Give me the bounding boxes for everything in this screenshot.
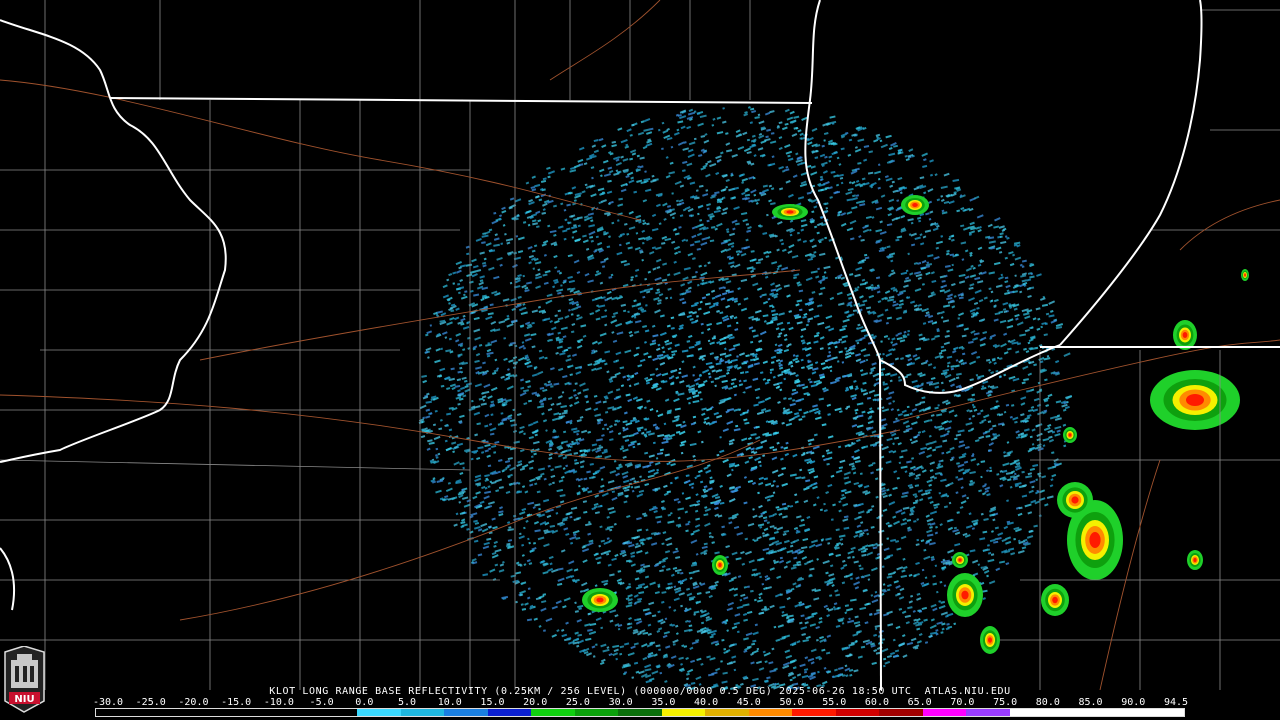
storm-cell <box>1186 394 1204 406</box>
storm-cell <box>1089 532 1101 548</box>
colorscale-swatch <box>357 709 401 716</box>
colorscale-labels: -30.0 -25.0 -20.0 -15.0 -10.0 -5.0 0.0 5.0 10.0 1… <box>0 697 1280 708</box>
colorscale-label: -5.0 <box>309 697 334 708</box>
colorscale-label: 55.0 <box>822 697 847 708</box>
colorscale-swatch <box>270 709 314 716</box>
map-canvas <box>0 0 1280 690</box>
storm-cell <box>912 203 918 207</box>
colorscale-label: 0.0 <box>355 697 374 708</box>
colorscale-bar <box>95 708 1185 717</box>
storm-cell <box>718 563 722 567</box>
niu-logo: NIU <box>4 646 45 713</box>
storm-cell <box>786 210 794 214</box>
storm-cell <box>1193 558 1197 562</box>
colorscale-label: 90.0 <box>1121 697 1146 708</box>
colorscale-swatch <box>226 709 271 716</box>
storm-cell <box>988 637 992 643</box>
colorscale-swatch <box>139 709 184 716</box>
colorscale-swatch <box>313 709 358 716</box>
colorscale-label: 65.0 <box>907 697 932 708</box>
storm-cell <box>1182 332 1188 338</box>
colorscale-label: -25.0 <box>135 697 166 708</box>
colorscale-swatch <box>922 709 967 716</box>
colorscale-label: 25.0 <box>565 697 590 708</box>
storm-cell <box>1071 496 1079 504</box>
storm-cell <box>596 597 604 603</box>
colorscale-label: 5.0 <box>398 697 417 708</box>
colorscale-swatch <box>1140 709 1184 716</box>
colorscale-swatch <box>1009 709 1054 716</box>
colorscale-swatch <box>661 709 706 716</box>
colorscale-label: 70.0 <box>950 697 975 708</box>
colorscale-swatch <box>400 709 445 716</box>
colorscale-label: -15.0 <box>221 697 252 708</box>
logo-text: NIU <box>14 694 34 705</box>
colorscale-swatch <box>183 709 227 716</box>
colorscale-swatch <box>835 709 880 716</box>
colorscale-label: -10.0 <box>263 697 294 708</box>
colorscale-label: -20.0 <box>178 697 209 708</box>
colorscale-swatch <box>966 709 1010 716</box>
colorscale-label: 80.0 <box>1035 697 1060 708</box>
colorscale-label: -30.0 <box>92 697 124 708</box>
colorscale-swatch <box>748 709 793 716</box>
colorscale-label: 20.0 <box>523 697 548 708</box>
colorscale-label: 35.0 <box>651 697 676 708</box>
colorscale-swatch <box>879 709 923 716</box>
storm-cell <box>961 590 969 600</box>
storm-cell <box>958 558 962 562</box>
colorscale-label: 75.0 <box>993 697 1018 708</box>
colorscale-label: 15.0 <box>480 697 505 708</box>
colorscale-swatch <box>531 709 575 716</box>
product-title: KLOT LONG RANGE BASE REFLECTIVITY (0.25K… <box>269 686 1011 697</box>
storm-cell <box>1244 273 1246 277</box>
colorscale-swatch <box>618 709 662 716</box>
colorscale-label: 10.0 <box>437 697 462 708</box>
colorscale-swatch <box>1096 709 1141 716</box>
storm-cell <box>1068 433 1072 437</box>
colorscale-label: 94.5 <box>1163 697 1189 708</box>
colorscale-label: 30.0 <box>608 697 633 708</box>
colorscale-swatch <box>96 709 140 716</box>
colorscale-swatch <box>705 709 749 716</box>
colorscale-swatch <box>1053 709 1097 716</box>
colorscale-label: 60.0 <box>864 697 889 708</box>
radar-site-marker <box>735 393 749 407</box>
colorscale-label: 40.0 <box>694 697 719 708</box>
colorscale-swatch <box>574 709 619 716</box>
storm-cell <box>1052 596 1058 604</box>
colorscale-swatch <box>792 709 836 716</box>
colorscale-swatch <box>444 709 488 716</box>
colorscale-label: 50.0 <box>779 697 804 708</box>
colorscale-swatch <box>487 709 532 716</box>
colorscale-label: 85.0 <box>1078 697 1103 708</box>
colorscale-label: 45.0 <box>736 697 761 708</box>
radar-map <box>0 0 1280 690</box>
